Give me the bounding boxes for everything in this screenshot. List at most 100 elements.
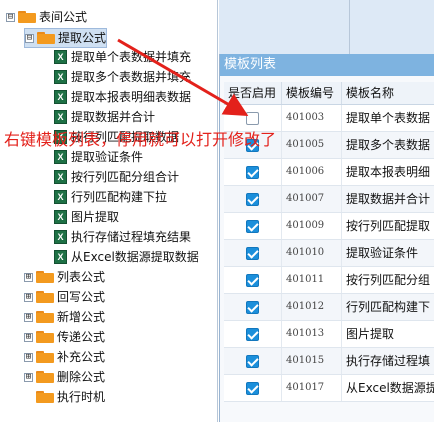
annotation-text: 右键模板列表，停用就可以打开修改了 — [4, 130, 277, 149]
tree-label: 提取数据并合计 — [71, 110, 156, 124]
table-row[interactable]: 401007 提取数据并合计 — [224, 186, 434, 213]
tree-item-template[interactable]: X 按行列匹配分组合计 — [54, 168, 179, 186]
tree-label: 提取本报表明细表数据 — [71, 90, 192, 104]
expand-toggle-icon[interactable]: ⊞ — [24, 332, 33, 342]
panel-title: 模板列表 — [220, 54, 434, 76]
tree-item-template[interactable]: X 行列匹配构建下拉 — [54, 188, 167, 206]
tree-node-group[interactable]: 执行时机 — [24, 388, 105, 406]
name-cell: 按行列匹配提取 — [342, 213, 434, 239]
expand-toggle-icon[interactable]: ⊞ — [24, 372, 33, 382]
enabled-checkbox[interactable] — [246, 192, 259, 206]
folder-icon — [36, 351, 54, 363]
tree-item-template[interactable]: X 提取数据并合计 — [54, 108, 155, 126]
enabled-checkbox[interactable] — [246, 354, 259, 368]
expand-toggle-icon[interactable]: ⊞ — [24, 312, 33, 322]
tree-item-template[interactable]: X 执行存储过程填充结果 — [54, 228, 191, 246]
tree-node-group[interactable]: ⊞ 回写公式 — [24, 288, 105, 306]
tree-label: 传递公式 — [57, 330, 106, 344]
excel-icon: X — [54, 90, 67, 104]
top-area — [219, 0, 434, 54]
tree-label: 提取单个表数据并填充 — [71, 50, 192, 64]
tree-label: 删除公式 — [57, 370, 106, 384]
code-cell: 401010 — [282, 240, 342, 266]
expand-toggle-icon[interactable]: ⊟ — [25, 33, 34, 43]
tree-node-group[interactable]: ⊞ 补充公式 — [24, 348, 105, 366]
enabled-cell — [224, 186, 282, 212]
tree-label: 列表公式 — [57, 270, 106, 284]
table-row[interactable]: 401012 行列匹配构建下 — [224, 294, 434, 321]
enabled-checkbox[interactable] — [246, 381, 259, 395]
tree-item-template[interactable]: X 提取验证条件 — [54, 148, 143, 166]
code-cell: 401012 — [282, 294, 342, 320]
tree-item-template[interactable]: X 提取本报表明细表数据 — [54, 88, 191, 106]
table-row[interactable]: 401015 执行存储过程填 — [224, 348, 434, 375]
table-row[interactable]: 401017 从Excel数据源提 — [224, 375, 434, 402]
name-cell: 执行存储过程填 — [342, 348, 434, 374]
tree-label: 从Excel数据源提取数据 — [71, 250, 199, 264]
folder-icon — [36, 331, 54, 343]
table-row[interactable]: 401011 按行列匹配分组 — [224, 267, 434, 294]
enabled-cell — [224, 375, 282, 401]
excel-icon: X — [54, 250, 67, 264]
tree-node-root[interactable]: ⊟ 表间公式 — [6, 8, 87, 26]
name-cell: 按行列匹配分组 — [342, 267, 434, 293]
code-cell: 401011 — [282, 267, 342, 293]
expand-toggle-icon[interactable]: ⊞ — [24, 352, 33, 362]
code-cell: 401006 — [282, 159, 342, 185]
tree-node-group[interactable]: ⊞ 新增公式 — [24, 308, 105, 326]
tree-label: 提取多个表数据并填充 — [71, 70, 192, 84]
enabled-checkbox[interactable] — [246, 273, 259, 287]
tree-item-template[interactable]: X 提取多个表数据并填充 — [54, 68, 191, 86]
tree-node-group[interactable]: ⊞ 删除公式 — [24, 368, 105, 386]
enabled-cell — [224, 213, 282, 239]
tree-node-group[interactable]: ⊞ 传递公式 — [24, 328, 105, 346]
name-cell: 提取多个表数据 — [342, 132, 434, 158]
enabled-checkbox[interactable] — [246, 300, 259, 314]
name-cell: 行列匹配构建下 — [342, 294, 434, 320]
expand-toggle-icon[interactable]: ⊟ — [6, 12, 15, 22]
table-row[interactable]: 401013 图片提取 — [224, 321, 434, 348]
tree-node-extract-formula[interactable]: ⊟ 提取公式 — [24, 28, 108, 48]
table-row[interactable]: 401009 按行列匹配提取 — [224, 213, 434, 240]
table-row[interactable]: 401006 提取本报表明细 — [224, 159, 434, 186]
table-row[interactable]: 401010 提取验证条件 — [224, 240, 434, 267]
name-cell: 提取验证条件 — [342, 240, 434, 266]
col-header-code[interactable]: 模板编号 — [282, 82, 342, 104]
tree-item-template[interactable]: X 提取单个表数据并填充 — [54, 48, 191, 66]
tree-item-template[interactable]: X 从Excel数据源提取数据 — [54, 248, 199, 266]
enabled-cell — [224, 240, 282, 266]
code-cell: 401017 — [282, 375, 342, 401]
name-cell: 图片提取 — [342, 321, 434, 347]
folder-icon — [36, 371, 54, 383]
template-list-panel: 模板列表 是否启用 模板编号 模板名称 401003 提取单个表数据 401005 提… — [219, 54, 434, 422]
col-header-name[interactable]: 模板名称 — [342, 82, 434, 104]
excel-icon: X — [54, 110, 67, 124]
tree-label: 提取公式 — [58, 31, 107, 45]
tree-label: 表间公式 — [39, 10, 88, 24]
tree-node-group[interactable]: ⊞ 列表公式 — [24, 268, 105, 286]
expand-toggle-icon[interactable]: ⊞ — [24, 272, 33, 282]
excel-icon: X — [54, 50, 67, 64]
tree-label: 图片提取 — [71, 210, 120, 224]
grid-header: 是否启用 模板编号 模板名称 — [224, 82, 434, 105]
code-cell: 401013 — [282, 321, 342, 347]
tree-label: 新增公式 — [57, 310, 106, 324]
folder-icon — [37, 32, 55, 44]
col-header-enabled[interactable]: 是否启用 — [224, 82, 282, 104]
enabled-checkbox[interactable] — [246, 246, 259, 260]
enabled-checkbox[interactable] — [246, 165, 259, 179]
tree-item-template[interactable]: X 图片提取 — [54, 208, 119, 226]
enabled-checkbox[interactable] — [246, 327, 259, 341]
excel-icon: X — [54, 230, 67, 244]
name-cell: 提取本报表明细 — [342, 159, 434, 185]
tree-label: 执行时机 — [57, 390, 106, 404]
enabled-checkbox[interactable] — [246, 219, 259, 233]
excel-icon: X — [54, 210, 67, 224]
folder-icon — [36, 391, 54, 403]
expand-toggle-icon[interactable]: ⊞ — [24, 292, 33, 302]
enabled-checkbox[interactable] — [246, 111, 259, 125]
enabled-cell — [224, 321, 282, 347]
folder-icon — [18, 11, 36, 23]
tree-label: 补充公式 — [57, 350, 106, 364]
excel-icon: X — [54, 190, 67, 204]
